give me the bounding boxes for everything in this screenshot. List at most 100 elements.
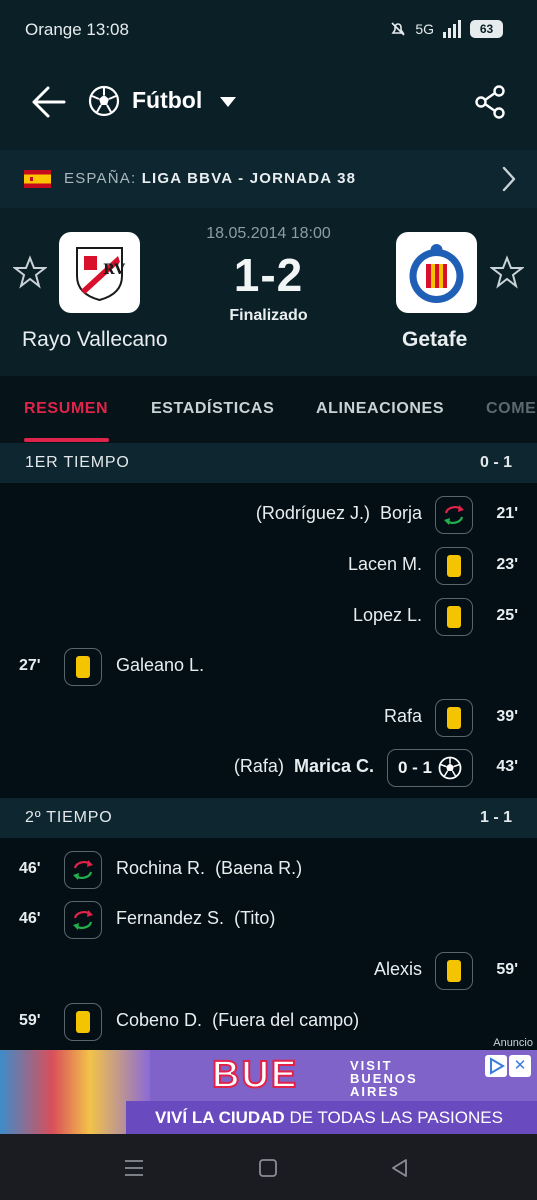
event-badge (435, 547, 473, 585)
home-team-name[interactable]: Rayo Vallecano (22, 328, 168, 352)
event-badge: 0 - 1 (387, 749, 473, 787)
carrier-time: Orange 13:08 (25, 20, 129, 39)
substitution-icon (73, 860, 93, 880)
substitution-icon (73, 910, 93, 930)
tab-alineaciones[interactable]: ALINEACIONES (316, 400, 444, 418)
event-minute: 21' (496, 505, 518, 522)
event-row[interactable]: 27' Galeano L. (0, 642, 537, 692)
event-player: Cobeno D. (Fuera del campo) (116, 1010, 360, 1030)
second-half-header: 2º TIEMPO 1 - 1 (0, 798, 537, 838)
event-minute: 23' (496, 556, 518, 573)
event-row[interactable]: (Rodríguez J.) Borja 21' (0, 490, 537, 540)
yellow-card-icon (76, 1011, 90, 1033)
battery-level: 63 (479, 22, 494, 36)
event-row[interactable]: (Rafa) Marica C. 0 - 1 43' (0, 743, 537, 793)
event-player: Galeano L. (116, 655, 205, 675)
yellow-card-icon (447, 606, 461, 628)
spain-flag-icon (24, 170, 51, 188)
tab-comentarios[interactable]: COME (486, 400, 536, 418)
yellow-card-icon (447, 960, 461, 982)
tab-estadisticas[interactable]: ESTADÍSTICAS (151, 400, 274, 418)
chevron-right-icon[interactable] (499, 164, 519, 194)
status-icons: 5G 63 (389, 20, 503, 38)
system-nav-bar (0, 1134, 537, 1200)
event-minute: 25' (496, 607, 518, 624)
event-row[interactable]: Rafa 39' (0, 693, 537, 743)
event-badge (435, 699, 473, 737)
status-bar: Orange 13:08 5G 63 (0, 0, 537, 62)
section-score: 0 - 1 (479, 454, 512, 471)
signal-icon (443, 20, 461, 38)
home-icon[interactable] (256, 1156, 280, 1180)
first-half-header: 1ER TIEMPO 0 - 1 (0, 443, 537, 483)
event-row[interactable]: Lopez L. 25' (0, 592, 537, 642)
event-badge (435, 598, 473, 636)
mute-icon (391, 22, 405, 36)
event-badge (435, 496, 473, 534)
league-competition: LIGA BBVA - JORNADA 38 (141, 170, 357, 187)
ad-label: Anuncio (493, 1037, 533, 1049)
event-player: Lopez L. (352, 605, 422, 625)
tab-bar: RESUMEN ESTADÍSTICAS ALINEACIONES COME (0, 376, 537, 443)
goal-score: 0 - 1 (397, 758, 433, 777)
soccer-ball-icon (88, 85, 120, 117)
sport-selector[interactable]: Fútbol (132, 87, 202, 114)
event-player: Fernandez S. (Tito) (116, 908, 276, 928)
event-badge (64, 851, 102, 889)
event-badge (435, 952, 473, 990)
event-row[interactable]: 46' Rochina R. (Baena R.) (0, 845, 537, 895)
close-icon[interactable]: ✕ (509, 1055, 531, 1077)
event-minute: 59' (496, 961, 518, 978)
network-type: 5G (415, 21, 434, 37)
battery-icon: 63 (470, 20, 503, 38)
back-icon[interactable] (388, 1156, 412, 1180)
away-team-crest[interactable] (396, 232, 477, 313)
tab-resumen[interactable]: RESUMEN (24, 400, 108, 418)
event-player: (Rafa) Marica C. (233, 756, 374, 776)
app-bar: Fútbol (0, 62, 537, 150)
share-icon[interactable] (473, 84, 509, 120)
event-player: (Rodríguez J.) Borja (255, 503, 422, 523)
event-row[interactable]: 46' Fernandez S. (Tito) (0, 895, 537, 945)
section-title: 1ER TIEMPO (25, 454, 130, 471)
event-badge (64, 648, 102, 686)
event-minute: 46' (19, 860, 41, 877)
event-badge (64, 1003, 102, 1041)
league-country: ESPAÑA: (64, 170, 137, 187)
event-row[interactable]: Alexis 59' (0, 946, 537, 996)
event-player: Alexis (373, 959, 422, 979)
event-player: Rochina R. (Baena R.) (116, 858, 303, 878)
league-label: ESPAÑA: LIGA BBVA - JORNADA 38 (64, 170, 356, 187)
league-link[interactable]: ESPAÑA: LIGA BBVA - JORNADA 38 (0, 150, 537, 208)
recent-apps-icon[interactable] (122, 1156, 146, 1180)
chevron-down-icon[interactable] (218, 95, 238, 109)
soccer-ball-icon (438, 756, 462, 780)
ad-banner[interactable]: BUE VISIT BUENOS AIRES VIVÍ LA CIUDAD DE T… (0, 1050, 537, 1134)
active-tab-indicator (24, 438, 109, 442)
event-minute: 46' (19, 910, 41, 927)
back-arrow-icon[interactable] (26, 82, 70, 122)
event-player: Rafa (383, 706, 422, 726)
yellow-card-icon (447, 555, 461, 577)
event-row[interactable]: 59' Cobeno D. (Fuera del campo) (0, 997, 537, 1047)
event-minute: 43' (496, 758, 518, 775)
match-header: RV Rayo Vallecano 18.05.2014 18:00 1-2 F… (0, 208, 537, 376)
substitution-icon (444, 505, 464, 525)
ad-choices-icon[interactable] (485, 1055, 507, 1077)
favorite-away-star-icon[interactable] (490, 255, 524, 289)
yellow-card-icon (447, 707, 461, 729)
event-minute: 59' (19, 1012, 41, 1029)
ad-brand: BUE (211, 1053, 299, 1097)
event-row[interactable]: Lacen M. 23' (0, 541, 537, 591)
event-badge (64, 901, 102, 939)
section-title: 2º TIEMPO (25, 809, 113, 826)
ad-visit-text: VISIT BUENOS AIRES (350, 1058, 418, 1099)
section-score: 1 - 1 (479, 809, 512, 826)
ad-tagline: VIVÍ LA CIUDAD DE TODAS LAS PASIONES (155, 1108, 503, 1127)
getafe-crest-icon (409, 244, 464, 303)
event-minute: 27' (19, 657, 41, 674)
event-minute: 39' (496, 708, 518, 725)
away-team-name[interactable]: Getafe (402, 328, 467, 352)
yellow-card-icon (76, 656, 90, 678)
event-player: Lacen M. (347, 554, 422, 574)
